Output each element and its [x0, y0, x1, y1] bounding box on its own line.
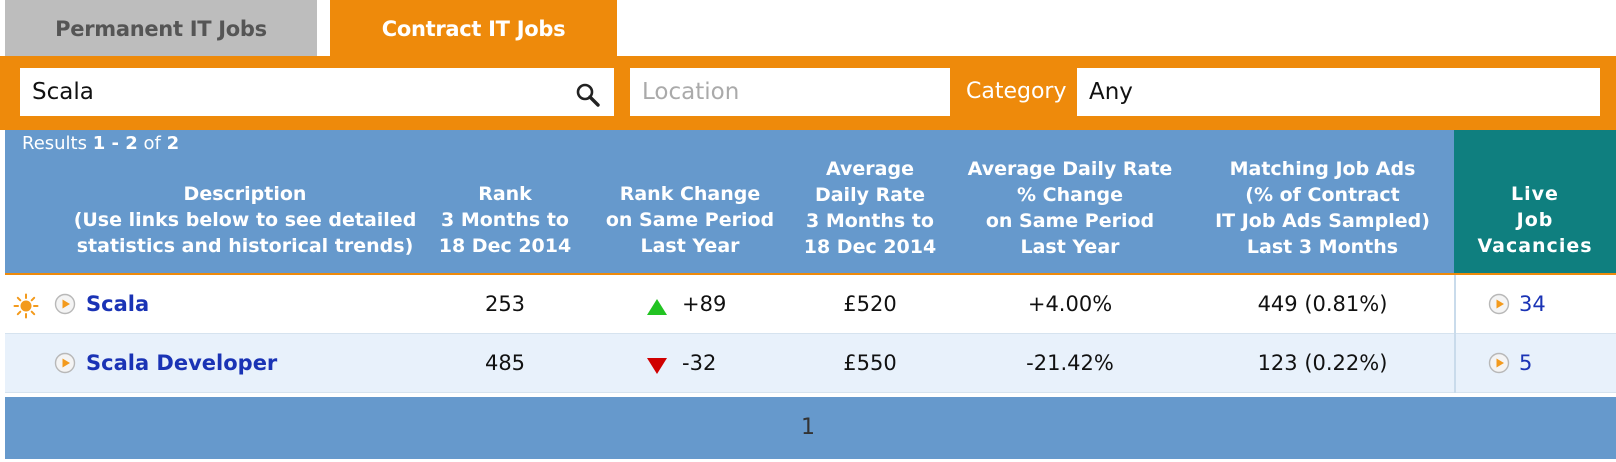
rank-value: 485 — [484, 351, 526, 375]
play-circle-icon[interactable] — [54, 352, 76, 374]
col-header-matching-job-ads: Matching Job Ads (% of Contract IT Job A… — [1195, 156, 1450, 260]
results-count: Results 1 - 2 of 2 — [22, 133, 179, 154]
col-header-rate-change-line: on Same Period — [985, 210, 1155, 232]
average-daily-rate-value: £550 — [843, 351, 897, 375]
category-label: Category — [966, 79, 1067, 104]
rate-change-value: +4.00% — [1027, 292, 1113, 316]
col-header-rate-change-line: % Change — [1017, 184, 1123, 206]
search-icon[interactable] — [575, 82, 601, 108]
col-header-matching-job-ads-line: Last 3 Months — [1246, 236, 1399, 258]
col-header-rate-change: Average Daily Rate % Change on Same Peri… — [960, 156, 1180, 260]
average-daily-rate-value: £520 — [843, 292, 897, 316]
col-header-description: Description (Use links below to see deta… — [45, 181, 445, 259]
search-bar: Scala Location Category Any — [0, 56, 1616, 130]
play-circle-icon[interactable] — [1488, 352, 1510, 374]
live-vacancies-link[interactable]: 5 — [1519, 334, 1532, 392]
results-total: 2 — [166, 133, 180, 154]
results-of: of — [143, 133, 161, 154]
col-header-rank: Rank 3 Months to 18 Dec 2014 — [430, 181, 580, 259]
col-header-average-daily-rate-line: 3 Months to — [806, 210, 934, 232]
sun-icon — [13, 293, 39, 319]
location-input[interactable]: Location — [630, 68, 950, 116]
description-link-scala[interactable]: Scala — [86, 275, 149, 333]
col-header-average-daily-rate: Average Daily Rate 3 Months to 18 Dec 20… — [790, 156, 950, 260]
live-column-divider — [1454, 275, 1456, 393]
tab-contract-it-jobs[interactable]: Contract IT Jobs — [330, 0, 617, 56]
live-vacancies-link[interactable]: 34 — [1519, 275, 1546, 333]
play-circle-icon[interactable] — [54, 293, 76, 315]
col-header-average-daily-rate-line: Average — [826, 158, 914, 180]
col-header-rate-change-line: Last Year — [1020, 236, 1120, 258]
col-header-live-line: Vacancies — [1477, 235, 1593, 257]
col-header-live-line: Job — [1516, 209, 1554, 231]
col-header-rate-change-line: Average Daily Rate — [967, 158, 1173, 180]
col-header-average-daily-rate-line: Daily Rate — [814, 184, 926, 206]
tab-permanent-it-jobs[interactable]: Permanent IT Jobs — [5, 0, 317, 56]
keyword-search-input[interactable]: Scala — [20, 68, 614, 116]
rank-change-value: +89 — [682, 292, 727, 316]
rate-change-value: -21.42% — [1026, 351, 1114, 375]
col-header-description-line: (Use links below to see detailed — [73, 209, 417, 231]
col-header-rank-change-line: on Same Period — [605, 209, 775, 231]
col-header-rank-change-line: Rank Change — [619, 183, 761, 205]
col-header-rank-change-line: Last Year — [640, 235, 740, 257]
col-header-matching-job-ads-line: Matching Job Ads — [1229, 158, 1416, 180]
col-header-rank-line: 18 Dec 2014 — [438, 235, 572, 257]
col-header-matching-job-ads-line: (% of Contract — [1245, 184, 1400, 206]
page-number-current[interactable]: 1 — [790, 397, 826, 459]
results-prefix: Results — [22, 133, 87, 154]
col-header-rank-change: Rank Change on Same Period Last Year — [595, 181, 785, 259]
play-circle-icon[interactable] — [1488, 293, 1510, 315]
col-header-description-line: Description — [183, 183, 307, 205]
col-header-description-line: statistics and historical trends) — [76, 235, 414, 257]
col-header-rank-line: Rank — [478, 183, 532, 205]
col-header-live-job-vacancies: Live Job Vacancies — [1454, 181, 1616, 259]
col-header-matching-job-ads-line: IT Job Ads Sampled) — [1215, 210, 1430, 232]
matching-job-ads-value: 123 (0.22%) — [1257, 351, 1388, 375]
rank-value: 253 — [484, 292, 526, 316]
triangle-up-icon — [647, 299, 667, 315]
results-range: 1 - 2 — [92, 133, 138, 154]
category-select[interactable]: Any — [1077, 68, 1600, 116]
triangle-down-icon — [647, 358, 667, 374]
description-link-scala-developer[interactable]: Scala Developer — [86, 334, 277, 392]
job-type-tabs: Permanent IT Jobs Contract IT Jobs — [0, 0, 1616, 56]
rank-change-value: -32 — [682, 351, 717, 375]
col-header-average-daily-rate-line: 18 Dec 2014 — [803, 236, 937, 258]
matching-job-ads-value: 449 (0.81%) — [1257, 292, 1388, 316]
col-header-rank-line: 3 Months to — [441, 209, 569, 231]
col-header-live-line: Live — [1511, 183, 1559, 205]
